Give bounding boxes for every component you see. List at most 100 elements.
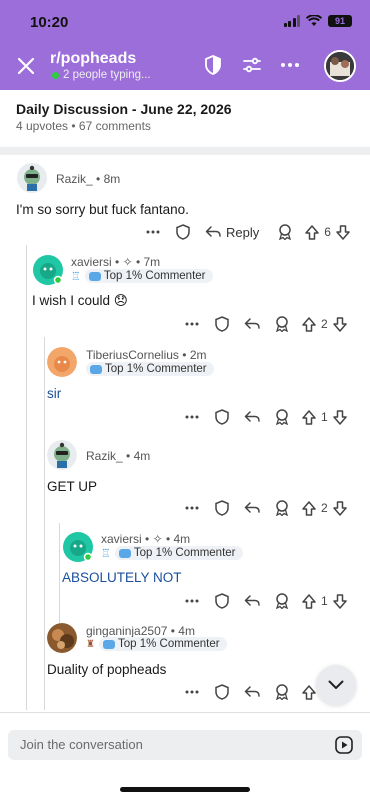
shield-icon[interactable] bbox=[214, 316, 230, 332]
comment-body: Duality of popheads bbox=[47, 662, 167, 677]
comment-author[interactable]: Razik_ • 8m bbox=[56, 172, 120, 186]
comment-body: ABSOLUTELY NOT bbox=[62, 570, 182, 585]
comment-author[interactable]: TiberiusCornelius • 2m bbox=[86, 348, 207, 362]
flair-text: Top 1% Commenter bbox=[133, 547, 236, 559]
chevron-down-icon bbox=[328, 680, 344, 689]
avatar[interactable] bbox=[62, 531, 93, 562]
downvote-icon[interactable] bbox=[332, 316, 347, 332]
user-flair: ♖ Top 1% Commenter bbox=[101, 546, 243, 560]
award-icon[interactable] bbox=[274, 684, 290, 700]
reply-icon[interactable] bbox=[244, 317, 260, 331]
status-icons: 91 bbox=[283, 15, 352, 27]
shield-icon[interactable] bbox=[214, 684, 230, 700]
upvote-icon[interactable] bbox=[302, 409, 316, 425]
comment-actions: 1 bbox=[184, 591, 360, 611]
vote-score: 2 bbox=[321, 317, 328, 331]
user-avatar[interactable] bbox=[324, 50, 356, 82]
vote-controls: 6 bbox=[305, 224, 350, 240]
downvote-icon[interactable] bbox=[332, 593, 347, 609]
downvote-icon[interactable] bbox=[336, 224, 350, 240]
comment-body: I'm so sorry but fuck fantano. bbox=[16, 202, 189, 217]
post-meta: 4 upvotes • 67 comments bbox=[16, 119, 151, 133]
more-icon[interactable] bbox=[184, 415, 200, 419]
flair-emoji-icon: ♜ bbox=[86, 638, 95, 650]
avatar[interactable] bbox=[47, 623, 77, 653]
award-icon[interactable] bbox=[274, 409, 290, 425]
comment-author[interactable]: xaviersi • ✧ • 7m bbox=[71, 255, 160, 269]
post-title[interactable]: Daily Discussion - June 22, 2026 bbox=[16, 101, 232, 117]
signal-icon bbox=[283, 15, 300, 27]
vote-controls: 1 bbox=[302, 409, 347, 425]
scroll-down-button[interactable] bbox=[316, 665, 356, 705]
filter-icon[interactable] bbox=[241, 54, 263, 76]
more-icon[interactable] bbox=[145, 230, 161, 234]
vote-score: 6 bbox=[324, 225, 331, 239]
award-icon[interactable] bbox=[274, 500, 290, 516]
comment-author[interactable]: ginganinja2507 • 4m bbox=[86, 624, 195, 638]
thread-line[interactable] bbox=[44, 337, 45, 710]
comment-actions: Reply 6 bbox=[145, 222, 360, 242]
upvote-icon[interactable] bbox=[305, 224, 319, 240]
comment-actions: 2 bbox=[184, 314, 360, 334]
more-icon[interactable] bbox=[184, 506, 200, 510]
flair-emoji-icon: ♖ bbox=[101, 547, 111, 560]
award-icon[interactable] bbox=[274, 593, 290, 609]
avatar[interactable] bbox=[32, 254, 63, 285]
comment-body: GET UP bbox=[47, 479, 98, 494]
comment-body: sir bbox=[47, 386, 62, 401]
award-icon[interactable] bbox=[277, 224, 293, 240]
typing-text: 2 people typing... bbox=[63, 69, 151, 81]
more-icon[interactable] bbox=[184, 690, 200, 694]
downvote-icon[interactable] bbox=[332, 409, 347, 425]
award-icon[interactable] bbox=[274, 316, 290, 332]
user-flair: Top 1% Commenter bbox=[86, 362, 214, 376]
flair-emoji-icon: ♖ bbox=[71, 270, 81, 283]
mod-shield-icon[interactable] bbox=[202, 54, 224, 76]
battery-icon: 91 bbox=[328, 15, 352, 27]
vote-score: 1 bbox=[321, 594, 328, 608]
shield-icon[interactable] bbox=[214, 409, 230, 425]
shield-icon[interactable] bbox=[214, 500, 230, 516]
commenter-badge-icon bbox=[102, 639, 115, 649]
join-placeholder[interactable]: Join the conversation bbox=[20, 737, 143, 752]
reply-icon[interactable] bbox=[244, 594, 260, 608]
shield-icon[interactable] bbox=[175, 224, 191, 240]
more-icon[interactable] bbox=[184, 322, 200, 326]
home-indicator bbox=[120, 787, 250, 792]
status-time: 10:20 bbox=[30, 14, 69, 31]
comment-author[interactable]: xaviersi • ✧ • 4m bbox=[101, 532, 190, 546]
online-dot-icon bbox=[52, 71, 59, 79]
thread-line[interactable] bbox=[59, 523, 60, 623]
upvote-icon[interactable] bbox=[302, 316, 316, 332]
reply-icon[interactable] bbox=[244, 410, 260, 424]
upvote-icon[interactable] bbox=[302, 500, 316, 516]
vote-controls: 2 bbox=[302, 316, 347, 332]
close-icon[interactable] bbox=[14, 54, 38, 78]
avatar[interactable] bbox=[47, 440, 77, 470]
section-divider bbox=[0, 147, 370, 155]
vote-score: 1 bbox=[321, 410, 328, 424]
avatar[interactable] bbox=[17, 163, 47, 193]
comment-author[interactable]: Razik_ • 4m bbox=[86, 449, 150, 463]
user-flair: ♖ Top 1% Commenter bbox=[71, 269, 213, 283]
flair-text: Top 1% Commenter bbox=[117, 638, 220, 650]
thread-line[interactable] bbox=[26, 245, 27, 710]
avatar[interactable] bbox=[47, 347, 77, 377]
more-options-icon[interactable] bbox=[279, 54, 301, 76]
more-icon[interactable] bbox=[184, 599, 200, 603]
subreddit-title[interactable]: r/popheads bbox=[50, 50, 136, 68]
reply-label: Reply bbox=[226, 224, 260, 240]
vote-score: 2 bbox=[321, 501, 328, 515]
reply-button[interactable]: Reply bbox=[205, 225, 259, 240]
shield-icon[interactable] bbox=[214, 593, 230, 609]
vote-controls: 1 bbox=[302, 593, 347, 609]
reply-icon[interactable] bbox=[244, 501, 260, 515]
upvote-icon[interactable] bbox=[302, 593, 316, 609]
user-flair: ♜ Top 1% Commenter bbox=[86, 637, 227, 651]
commenter-badge-icon bbox=[90, 364, 102, 374]
reply-icon[interactable] bbox=[244, 685, 260, 699]
play-media-icon[interactable] bbox=[335, 736, 353, 754]
comment-body: I wish I could 😞 bbox=[32, 293, 128, 308]
downvote-icon[interactable] bbox=[332, 500, 347, 516]
upvote-icon[interactable] bbox=[302, 684, 316, 700]
